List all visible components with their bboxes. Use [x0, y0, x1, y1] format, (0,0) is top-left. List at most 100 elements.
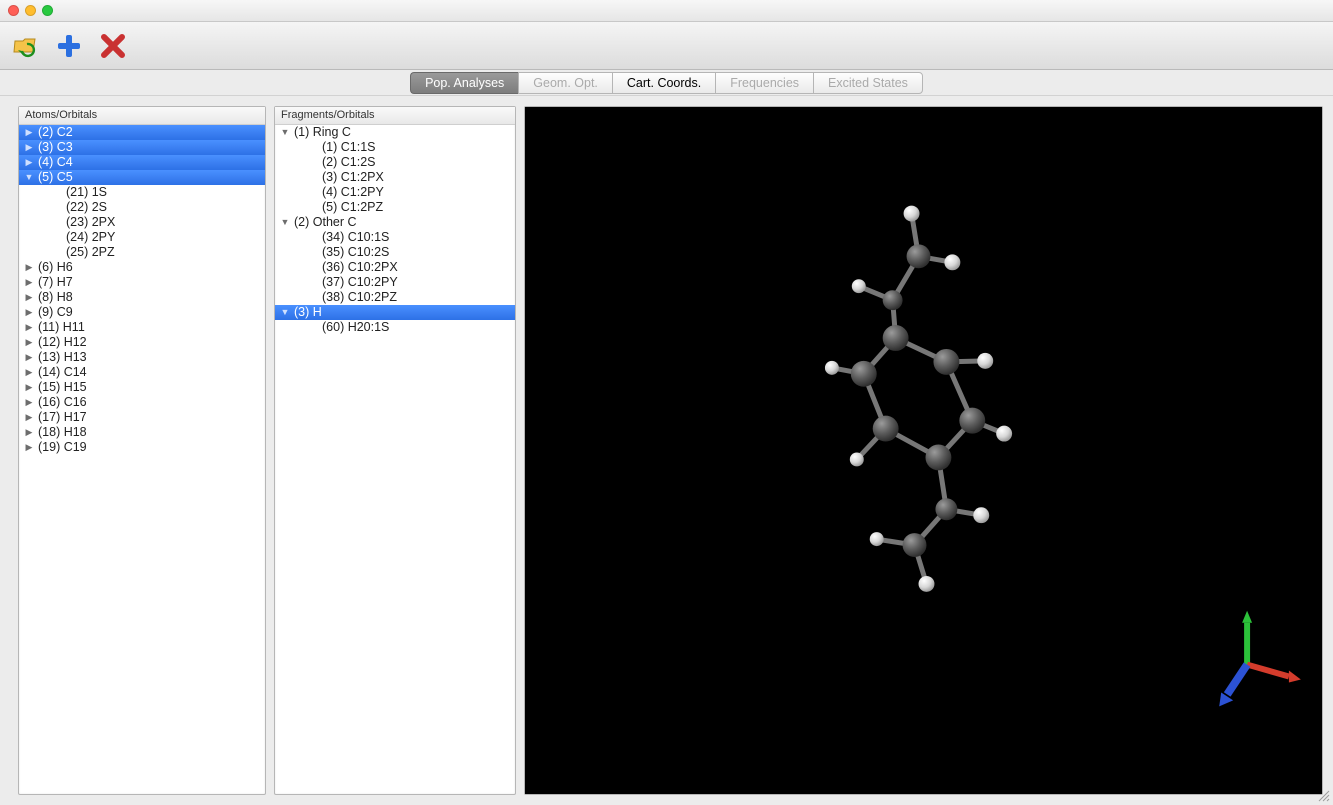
- tree-row-label: (8) H8: [37, 290, 73, 305]
- spacer-icon: [307, 232, 319, 244]
- fragments-panel: Fragments/Orbitals ▼(1) Ring C(1) C1:1S(…: [274, 106, 516, 795]
- tree-row[interactable]: (36) C10:2PX: [275, 260, 515, 275]
- open-file-button[interactable]: [10, 31, 40, 61]
- tree-row[interactable]: ▶(7) H7: [19, 275, 265, 290]
- tree-row[interactable]: (1) C1:1S: [275, 140, 515, 155]
- tree-row[interactable]: ▶(19) C19: [19, 440, 265, 455]
- tab-label: Cart. Coords.: [627, 76, 701, 90]
- tree-row[interactable]: ▶(18) H18: [19, 425, 265, 440]
- tree-row[interactable]: ▼(2) Other C: [275, 215, 515, 230]
- remove-button[interactable]: [98, 31, 128, 61]
- tree-row[interactable]: ▶(15) H15: [19, 380, 265, 395]
- tree-row-label: (15) H15: [37, 380, 87, 395]
- tree-row[interactable]: ▶(3) C3: [19, 140, 265, 155]
- zoom-window-button[interactable]: [42, 5, 53, 16]
- chevron-right-icon[interactable]: ▶: [23, 442, 35, 454]
- atoms-panel-header: Atoms/Orbitals: [19, 107, 265, 125]
- tree-row-label: (22) 2S: [65, 200, 107, 215]
- tree-row[interactable]: ▶(2) C2: [19, 125, 265, 140]
- chevron-down-icon[interactable]: ▼: [23, 172, 35, 184]
- tree-row[interactable]: ▶(16) C16: [19, 395, 265, 410]
- tab-pop-analyses[interactable]: Pop. Analyses: [410, 72, 518, 94]
- atoms-panel: Atoms/Orbitals ▶(2) C2▶(3) C3▶(4) C4▼(5)…: [18, 106, 266, 795]
- tree-row[interactable]: (37) C10:2PY: [275, 275, 515, 290]
- resize-grip[interactable]: [1316, 788, 1330, 802]
- chevron-right-icon[interactable]: ▶: [23, 352, 35, 364]
- tree-row[interactable]: (5) C1:2PZ: [275, 200, 515, 215]
- minimize-window-button[interactable]: [25, 5, 36, 16]
- chevron-right-icon[interactable]: ▶: [23, 322, 35, 334]
- atoms-tree[interactable]: ▶(2) C2▶(3) C3▶(4) C4▼(5) C5(21) 1S(22) …: [19, 125, 265, 794]
- chevron-down-icon[interactable]: ▼: [279, 127, 291, 139]
- spacer-icon: [307, 172, 319, 184]
- tree-row[interactable]: ▶(14) C14: [19, 365, 265, 380]
- close-window-button[interactable]: [8, 5, 19, 16]
- tab-frequencies[interactable]: Frequencies: [715, 72, 813, 94]
- tree-row-label: (3) C3: [37, 140, 73, 155]
- tree-row[interactable]: (3) C1:2PX: [275, 170, 515, 185]
- chevron-right-icon[interactable]: ▶: [23, 307, 35, 319]
- tab-label: Pop. Analyses: [425, 76, 504, 90]
- spacer-icon: [307, 262, 319, 274]
- tree-row[interactable]: (2) C1:2S: [275, 155, 515, 170]
- chevron-down-icon[interactable]: ▼: [279, 217, 291, 229]
- tree-row[interactable]: (34) C10:1S: [275, 230, 515, 245]
- tree-row[interactable]: ▶(13) H13: [19, 350, 265, 365]
- tab-label: Geom. Opt.: [533, 76, 598, 90]
- tree-row-label: (36) C10:2PX: [321, 260, 398, 275]
- tree-row[interactable]: (38) C10:2PZ: [275, 290, 515, 305]
- tree-row[interactable]: (24) 2PY: [19, 230, 265, 245]
- tree-row[interactable]: ▼(1) Ring C: [275, 125, 515, 140]
- chevron-right-icon[interactable]: ▶: [23, 157, 35, 169]
- chevron-right-icon[interactable]: ▶: [23, 142, 35, 154]
- tree-row[interactable]: (60) H20:1S: [275, 320, 515, 335]
- spacer-icon: [307, 142, 319, 154]
- tree-row-label: (2) Other C: [293, 215, 357, 230]
- tab-geom-opt-[interactable]: Geom. Opt.: [518, 72, 612, 94]
- chevron-right-icon[interactable]: ▶: [23, 397, 35, 409]
- tree-row-label: (1) Ring C: [293, 125, 351, 140]
- fragments-panel-header: Fragments/Orbitals: [275, 107, 515, 125]
- tree-row[interactable]: (35) C10:2S: [275, 245, 515, 260]
- tree-row[interactable]: (21) 1S: [19, 185, 265, 200]
- chevron-right-icon[interactable]: ▶: [23, 127, 35, 139]
- tree-row[interactable]: (4) C1:2PY: [275, 185, 515, 200]
- spacer-icon: [307, 292, 319, 304]
- fragments-tree[interactable]: ▼(1) Ring C(1) C1:1S(2) C1:2S(3) C1:2PX(…: [275, 125, 515, 794]
- tree-row[interactable]: ▶(4) C4: [19, 155, 265, 170]
- tree-row[interactable]: (23) 2PX: [19, 215, 265, 230]
- tree-row[interactable]: ▼(5) C5: [19, 170, 265, 185]
- tree-row[interactable]: ▶(8) H8: [19, 290, 265, 305]
- chevron-right-icon[interactable]: ▶: [23, 412, 35, 424]
- tree-row[interactable]: (25) 2PZ: [19, 245, 265, 260]
- tab-excited-states[interactable]: Excited States: [813, 72, 923, 94]
- add-button[interactable]: [54, 31, 84, 61]
- tree-row-label: (16) C16: [37, 395, 87, 410]
- tab-cart-coords-[interactable]: Cart. Coords.: [612, 72, 715, 94]
- chevron-right-icon[interactable]: ▶: [23, 277, 35, 289]
- chevron-right-icon[interactable]: ▶: [23, 382, 35, 394]
- tree-row[interactable]: ▶(11) H11: [19, 320, 265, 335]
- tree-row-label: (37) C10:2PY: [321, 275, 398, 290]
- main-content: Atoms/Orbitals ▶(2) C2▶(3) C3▶(4) C4▼(5)…: [0, 96, 1333, 805]
- tree-row-label: (23) 2PX: [65, 215, 115, 230]
- spacer-icon: [307, 202, 319, 214]
- chevron-right-icon[interactable]: ▶: [23, 367, 35, 379]
- toolbar: [0, 22, 1333, 70]
- tree-row-label: (5) C1:2PZ: [321, 200, 383, 215]
- chevron-right-icon[interactable]: ▶: [23, 292, 35, 304]
- tree-row[interactable]: ▶(17) H17: [19, 410, 265, 425]
- tree-row[interactable]: ▼(3) H: [275, 305, 515, 320]
- molecule-viewport[interactable]: [525, 107, 1322, 794]
- chevron-right-icon[interactable]: ▶: [23, 262, 35, 274]
- chevron-right-icon[interactable]: ▶: [23, 337, 35, 349]
- tree-row[interactable]: ▶(6) H6: [19, 260, 265, 275]
- tree-row-label: (11) H11: [37, 320, 85, 335]
- tree-row-label: (17) H17: [37, 410, 87, 425]
- chevron-right-icon[interactable]: ▶: [23, 427, 35, 439]
- tree-row[interactable]: ▶(12) H12: [19, 335, 265, 350]
- spacer-icon: [51, 187, 63, 199]
- tree-row[interactable]: ▶(9) C9: [19, 305, 265, 320]
- tree-row[interactable]: (22) 2S: [19, 200, 265, 215]
- chevron-down-icon[interactable]: ▼: [279, 307, 291, 319]
